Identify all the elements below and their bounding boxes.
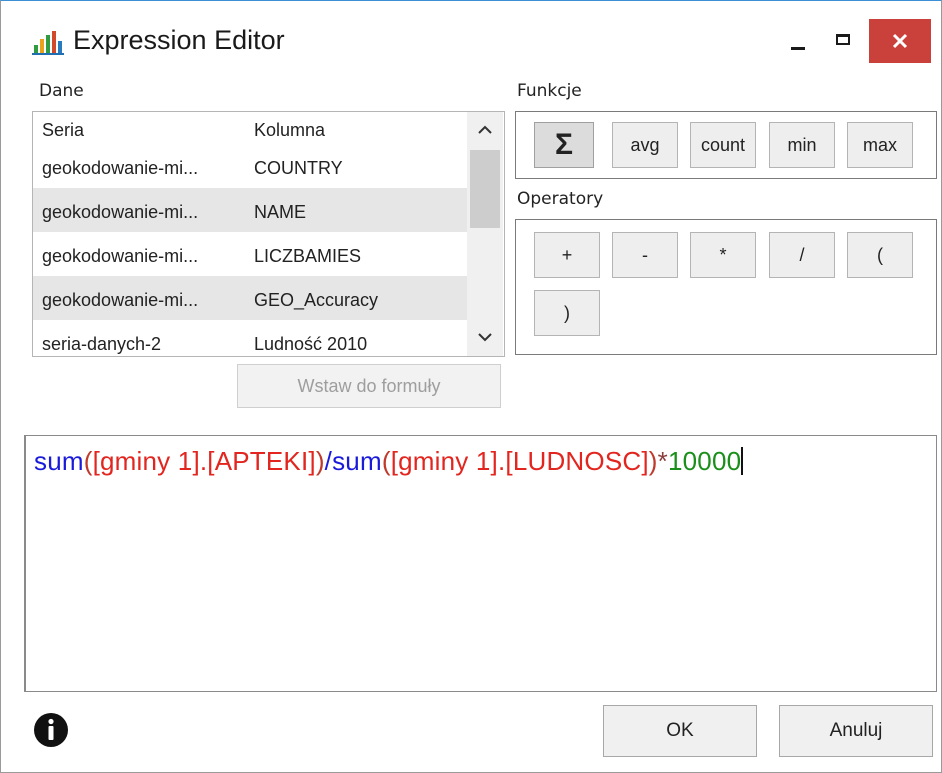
expression-editor-window: Expression Editor Dane Seria Kolumna geo… bbox=[0, 0, 942, 773]
window-title: Expression Editor bbox=[73, 25, 285, 55]
bar-chart-icon bbox=[32, 31, 64, 55]
min-function-button[interactable]: min bbox=[769, 122, 835, 168]
count-function-button[interactable]: count bbox=[690, 122, 756, 168]
minus-operator-button[interactable]: - bbox=[612, 232, 678, 278]
cell-kolumna: NAME bbox=[254, 202, 307, 222]
formula-token: ( bbox=[83, 446, 93, 476]
cell-seria: geokodowanie-mi... bbox=[42, 202, 199, 222]
functions-section-label: Funkcje bbox=[517, 81, 582, 101]
cancel-button[interactable]: Anuluj bbox=[779, 705, 933, 757]
table-row[interactable]: geokodowanie-mi... GEO_Accuracy bbox=[33, 276, 467, 320]
table-row[interactable]: geokodowanie-mi... LICZBAMIES bbox=[33, 232, 467, 276]
formula-token: [gminy 1].[LUDNOSC] bbox=[390, 446, 649, 476]
title-bar[interactable]: Expression Editor bbox=[1, 1, 941, 65]
vertical-scrollbar[interactable] bbox=[467, 112, 503, 356]
expression-input[interactable]: sum([gminy 1].[APTEKI])/sum([gminy 1].[L… bbox=[24, 435, 937, 692]
table-row[interactable]: geokodowanie-mi... NAME bbox=[33, 188, 467, 232]
chevron-up-icon bbox=[478, 125, 492, 134]
close-paren-button[interactable]: ) bbox=[534, 290, 600, 336]
table-row[interactable]: seria-danych-2 Ludność 2010 bbox=[33, 320, 467, 356]
cell-seria: geokodowanie-mi... bbox=[42, 290, 199, 310]
column-header-seria[interactable]: Seria bbox=[42, 120, 84, 141]
formula-token: sum bbox=[332, 446, 382, 476]
cell-kolumna: COUNTRY bbox=[254, 158, 343, 178]
formula-token: / bbox=[324, 446, 333, 476]
minimize-icon bbox=[791, 47, 805, 50]
close-button[interactable] bbox=[869, 19, 931, 63]
max-function-button[interactable]: max bbox=[847, 122, 913, 168]
formula-token: * bbox=[657, 446, 668, 476]
insert-into-formula-button[interactable]: Wstaw do formuły bbox=[237, 364, 501, 408]
info-icon[interactable] bbox=[33, 712, 69, 748]
cell-kolumna: Ludność 2010 bbox=[254, 334, 368, 354]
cell-kolumna: LICZBAMIES bbox=[254, 246, 362, 266]
column-header-kolumna[interactable]: Kolumna bbox=[254, 120, 325, 141]
maximize-button[interactable] bbox=[817, 19, 867, 63]
avg-function-button[interactable]: avg bbox=[612, 122, 678, 168]
cell-seria: geokodowanie-mi... bbox=[42, 246, 199, 266]
formula-token: sum bbox=[34, 446, 84, 476]
table-row[interactable]: geokodowanie-mi... COUNTRY bbox=[33, 144, 467, 188]
formula-text: sum([gminy 1].[APTEKI])/sum([gminy 1].[L… bbox=[34, 446, 744, 477]
table-header: Seria Kolumna bbox=[33, 112, 465, 144]
operators-group: + - * / ( ) bbox=[515, 219, 937, 355]
formula-token: ) bbox=[648, 446, 658, 476]
chevron-down-icon bbox=[478, 333, 492, 342]
maximize-icon bbox=[836, 34, 850, 45]
cell-kolumna: GEO_Accuracy bbox=[254, 290, 379, 310]
cell-seria: seria-danych-2 bbox=[42, 334, 162, 354]
ok-button[interactable]: OK bbox=[603, 705, 757, 757]
functions-group: Σ avg count min max bbox=[515, 111, 937, 179]
formula-token: ( bbox=[381, 446, 391, 476]
text-caret bbox=[741, 447, 744, 475]
multiply-operator-button[interactable]: * bbox=[690, 232, 756, 278]
divide-operator-button[interactable]: / bbox=[769, 232, 835, 278]
minimize-button[interactable] bbox=[773, 19, 817, 63]
formula-token: [gminy 1].[APTEKI] bbox=[92, 446, 316, 476]
operators-section-label: Operatory bbox=[517, 189, 604, 209]
data-section-label: Dane bbox=[39, 81, 84, 101]
sum-function-button[interactable]: Σ bbox=[534, 122, 594, 168]
cell-seria: geokodowanie-mi... bbox=[42, 158, 199, 178]
plus-operator-button[interactable]: + bbox=[534, 232, 600, 278]
formula-token: 10000 bbox=[667, 446, 742, 476]
data-table[interactable]: Seria Kolumna geokodowanie-mi... COUNTRY… bbox=[32, 111, 505, 357]
scroll-thumb[interactable] bbox=[470, 150, 500, 228]
scroll-down-button[interactable] bbox=[467, 322, 503, 356]
close-icon bbox=[892, 33, 908, 49]
scroll-up-button[interactable] bbox=[467, 112, 503, 146]
formula-token: ) bbox=[315, 446, 325, 476]
open-paren-button[interactable]: ( bbox=[847, 232, 913, 278]
